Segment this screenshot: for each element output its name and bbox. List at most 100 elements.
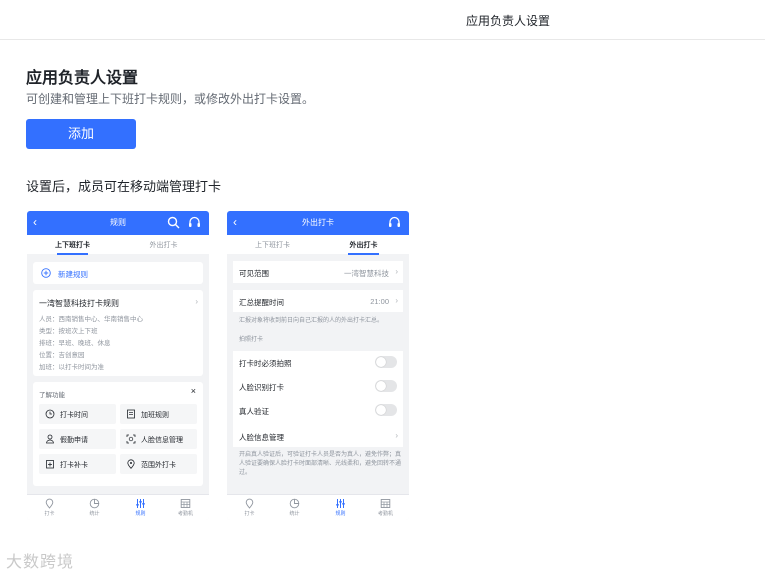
- phone-bottom-nav: 打卡 统计 规则 考勤机: [227, 494, 409, 520]
- phone-header-title: 规则: [110, 218, 126, 227]
- feature-punch-time[interactable]: 打卡时间: [39, 404, 116, 424]
- page-title: 应用负责人设置: [26, 70, 139, 87]
- section-title: 设置后，成员可在移动端管理打卡: [26, 179, 222, 194]
- nav-label: 规则: [135, 511, 146, 517]
- phone-bottom-nav: 打卡 统计 规则 考勤机: [27, 494, 209, 520]
- feature-label: 加班规则: [141, 412, 169, 419]
- pie-chart-icon: [289, 498, 300, 509]
- rule-line: 位置：吉创意园: [39, 352, 85, 359]
- visible-range-label: 可见范围: [239, 269, 269, 278]
- nav-label: 打卡: [44, 511, 55, 517]
- phone-header-title: 外出打卡: [302, 218, 334, 227]
- phone-preview-outside-punch: ‹ 外出打卡 上下班打卡 外出打卡 可见范围 一湾智慧科技 › 汇总提醒时间 2…: [227, 211, 409, 520]
- feature-panel-title: 了解功能: [39, 392, 65, 399]
- headset-icon[interactable]: [188, 216, 201, 229]
- summary-time-row[interactable]: 汇总提醒时间 21:00 ›: [233, 290, 403, 312]
- location-pin-icon: [45, 498, 54, 509]
- add-button[interactable]: 添加: [26, 119, 136, 149]
- rule-line: 人员：西南销售中心、华南销售中心: [39, 316, 143, 323]
- chevron-right-icon: ›: [195, 297, 198, 306]
- tab-outside-punch[interactable]: 外出打卡: [318, 240, 409, 255]
- new-rule-button[interactable]: 新建规则: [33, 262, 203, 284]
- keypad-icon: [380, 499, 391, 508]
- toggle-switch[interactable]: [375, 380, 397, 392]
- phone-header: ‹ 规则: [27, 211, 209, 235]
- nav-label: 统计: [289, 511, 300, 517]
- pie-chart-icon: [89, 498, 100, 509]
- tab-commute-punch[interactable]: 上下班打卡: [27, 240, 118, 255]
- page-description: 可创建和管理上下班打卡规则，或修改外出打卡设置。: [26, 92, 315, 106]
- summary-time-label: 汇总提醒时间: [239, 298, 284, 307]
- tab-outside-punch[interactable]: 外出打卡: [118, 240, 209, 250]
- chevron-right-icon: ›: [395, 267, 398, 276]
- new-rule-label: 新建规则: [58, 270, 88, 279]
- toggle-switch[interactable]: [375, 356, 397, 368]
- visible-range-value: 一湾智慧科技: [344, 269, 389, 278]
- nav-label: 考勤机: [377, 511, 393, 517]
- face-scan-icon: [126, 434, 136, 444]
- photo-section-label: 拍照打卡: [239, 337, 264, 343]
- nav-attendance-machine[interactable]: 考勤机: [363, 498, 408, 517]
- topbar-title: 应用负责人设置: [466, 14, 551, 28]
- toggle-label: 真人验证: [239, 407, 269, 416]
- feature-out-of-range-punch[interactable]: 范围外打卡: [120, 454, 197, 474]
- sliders-icon: [136, 499, 145, 508]
- person-icon: [46, 434, 54, 444]
- search-icon[interactable]: [167, 216, 180, 229]
- chevron-right-icon: ›: [395, 431, 398, 440]
- summary-time-value: 21:00: [370, 297, 389, 306]
- phone-preview-rules: ‹ 规则 上下班打卡 外出打卡 新建规则 一湾智慧科技打卡规则 › 人员：西南销…: [27, 211, 209, 520]
- keypad-icon: [180, 499, 191, 508]
- phone-header: ‹ 外出打卡: [227, 211, 409, 235]
- toggle-label: 打卡时必须拍照: [239, 359, 292, 368]
- clock-icon: [45, 409, 55, 419]
- rule-line: 排班：早班、晚班、休息: [39, 340, 111, 347]
- location-pin-icon: [245, 498, 254, 509]
- nav-stats[interactable]: 统计: [72, 498, 117, 517]
- top-bar: 应用负责人设置: [0, 0, 765, 40]
- sliders-icon: [336, 499, 345, 508]
- feature-makeup-punch[interactable]: 打卡补卡: [39, 454, 116, 474]
- visible-range-row[interactable]: 可见范围 一湾智慧科技 ›: [233, 261, 403, 283]
- feature-label: 人脸信息管理: [141, 437, 183, 444]
- feature-label: 假勤申请: [60, 437, 88, 444]
- plus-circle-icon: [41, 268, 51, 278]
- feature-label: 打卡补卡: [60, 462, 88, 469]
- nav-rules[interactable]: 规则: [118, 498, 163, 517]
- nav-label: 规则: [335, 511, 346, 517]
- feature-face-management[interactable]: 人脸信息管理: [120, 429, 197, 449]
- phone-tabs: 上下班打卡 外出打卡: [227, 235, 409, 255]
- calendar-plus-icon: [46, 460, 54, 469]
- watermark-logo: 大数跨境: [6, 554, 75, 571]
- chevron-right-icon: ›: [395, 296, 398, 305]
- rule-card[interactable]: 一湾智慧科技打卡规则 › 人员：西南销售中心、华南销售中心 类型：按班次上下班 …: [33, 290, 203, 376]
- toggle-switch[interactable]: [375, 404, 397, 416]
- feature-label: 打卡时间: [60, 412, 88, 419]
- nav-rules[interactable]: 规则: [318, 498, 363, 517]
- feature-overtime-rule[interactable]: 加班规则: [120, 404, 197, 424]
- face-manage-row[interactable]: 人脸信息管理 ›: [233, 425, 403, 447]
- photo-settings-card: 打卡时必须拍照 人脸识别打卡 真人验证: [233, 351, 403, 425]
- feature-leave-request[interactable]: 假勤申请: [39, 429, 116, 449]
- tab-commute-punch[interactable]: 上下班打卡: [227, 240, 318, 250]
- rule-line: 加班：以打卡时间为准: [39, 364, 104, 371]
- nav-punch[interactable]: 打卡: [227, 498, 272, 517]
- nav-punch[interactable]: 打卡: [27, 498, 72, 517]
- face-manage-label: 人脸信息管理: [239, 433, 284, 442]
- feature-panel: 了解功能 × 打卡时间 加班规则 假勤申请 人脸信息管理 打卡补卡 范围外打卡: [33, 382, 203, 486]
- feature-label: 范围外打卡: [141, 462, 176, 469]
- summary-note: 汇报对象将收到前日向自己汇报的人的外出打卡汇总。: [239, 318, 384, 324]
- face-verify-note: 开启真人验证后，可验证打卡人员是否为真人，避免作弊；真人验证要确保人脸打卡时面部…: [239, 452, 402, 476]
- headset-icon[interactable]: [388, 216, 401, 229]
- document-icon: [127, 409, 135, 419]
- rule-title: 一湾智慧科技打卡规则: [39, 299, 119, 308]
- nav-label: 统计: [89, 511, 100, 517]
- toggle-label: 人脸识别打卡: [239, 383, 284, 392]
- close-icon[interactable]: ×: [191, 386, 196, 396]
- phone-tabs: 上下班打卡 外出打卡: [27, 235, 209, 255]
- location-pin-icon: [127, 459, 135, 469]
- nav-attendance-machine[interactable]: 考勤机: [163, 498, 208, 517]
- nav-label: 考勤机: [177, 511, 193, 517]
- rule-line: 类型：按班次上下班: [39, 328, 98, 335]
- nav-stats[interactable]: 统计: [272, 498, 317, 517]
